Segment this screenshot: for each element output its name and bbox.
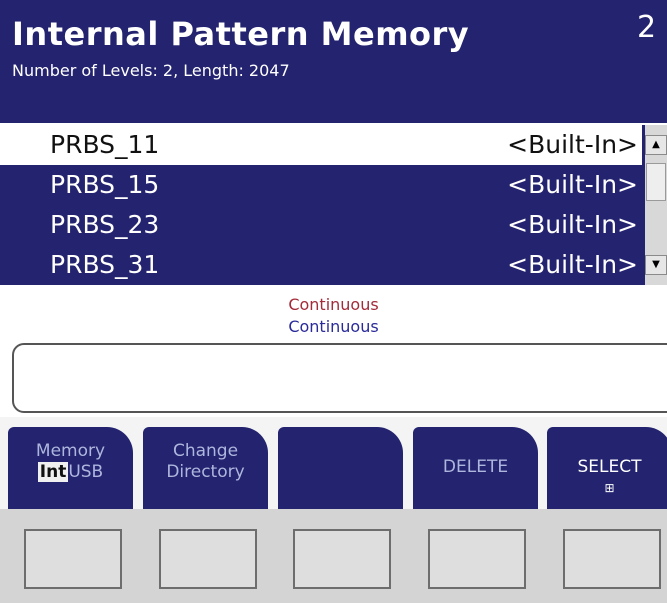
memory-label: Memory: [35, 441, 106, 461]
menu-grid-icon: ⊞: [604, 481, 615, 495]
down-arrow-icon[interactable]: ▼: [645, 255, 667, 275]
up-arrow-icon[interactable]: ▲: [645, 135, 667, 155]
hardware-softkey-4[interactable]: [428, 529, 526, 589]
change-directory-line2: Directory: [166, 462, 245, 482]
status-line-1: Continuous: [288, 295, 379, 314]
status-line-2: Continuous: [288, 317, 379, 336]
select-label: SELECT: [577, 457, 642, 477]
hardware-softkey-2[interactable]: [159, 529, 257, 589]
list-scrollbar[interactable]: ▲ ▼: [645, 125, 667, 285]
list-item-prbs23[interactable]: PRBS_23 <Built-In>: [0, 205, 642, 245]
pattern-list: PRBS_11 <Built-In> PRBS_15 <Built-In> PR…: [0, 125, 667, 285]
list-item-prbs15[interactable]: PRBS_15 <Built-In>: [0, 165, 642, 205]
list-item-name: PRBS_31: [50, 250, 160, 279]
list-item-prbs11[interactable]: PRBS_11 <Built-In>: [0, 125, 642, 165]
list-item-name: PRBS_11: [50, 130, 160, 159]
page-title: Internal Pattern Memory: [12, 15, 470, 53]
memory-usb-option: USB: [68, 462, 104, 482]
select-softkey[interactable]: SELECT ⊞: [547, 427, 667, 509]
hardware-softkey-1[interactable]: [24, 529, 122, 589]
list-item-tag: <Built-In>: [507, 210, 638, 239]
list-item-name: PRBS_15: [50, 170, 160, 199]
page-subtitle: Number of Levels: 2, Length: 2047: [12, 61, 290, 80]
memory-options: Int USB: [8, 461, 133, 483]
header-panel: Internal Pattern Memory Number of Levels…: [0, 0, 667, 123]
list-item-name: PRBS_23: [50, 210, 160, 239]
hardware-softkey-5[interactable]: [563, 529, 661, 589]
message-box: [12, 343, 667, 413]
hardware-button-bar: [0, 509, 667, 603]
delete-softkey[interactable]: DELETE: [413, 427, 538, 509]
memory-int-option: Int: [37, 462, 69, 482]
memory-softkey[interactable]: Memory Int USB: [8, 427, 133, 509]
list-item-prbs31[interactable]: PRBS_31 <Built-In>: [0, 245, 642, 285]
hardware-softkey-3[interactable]: [293, 529, 391, 589]
list-item-tag: <Built-In>: [507, 250, 638, 279]
softkey-bar: Memory Int USB Change Directory DELETE SE…: [0, 417, 667, 509]
corner-indicator: 2: [637, 10, 657, 45]
change-directory-line1: Change: [172, 441, 239, 461]
list-item-tag: <Built-In>: [507, 130, 638, 159]
blank-softkey[interactable]: [278, 427, 403, 509]
scrollbar-thumb[interactable]: [646, 163, 666, 201]
list-item-tag: <Built-In>: [507, 170, 638, 199]
delete-label: DELETE: [442, 457, 509, 477]
change-directory-softkey[interactable]: Change Directory: [143, 427, 268, 509]
